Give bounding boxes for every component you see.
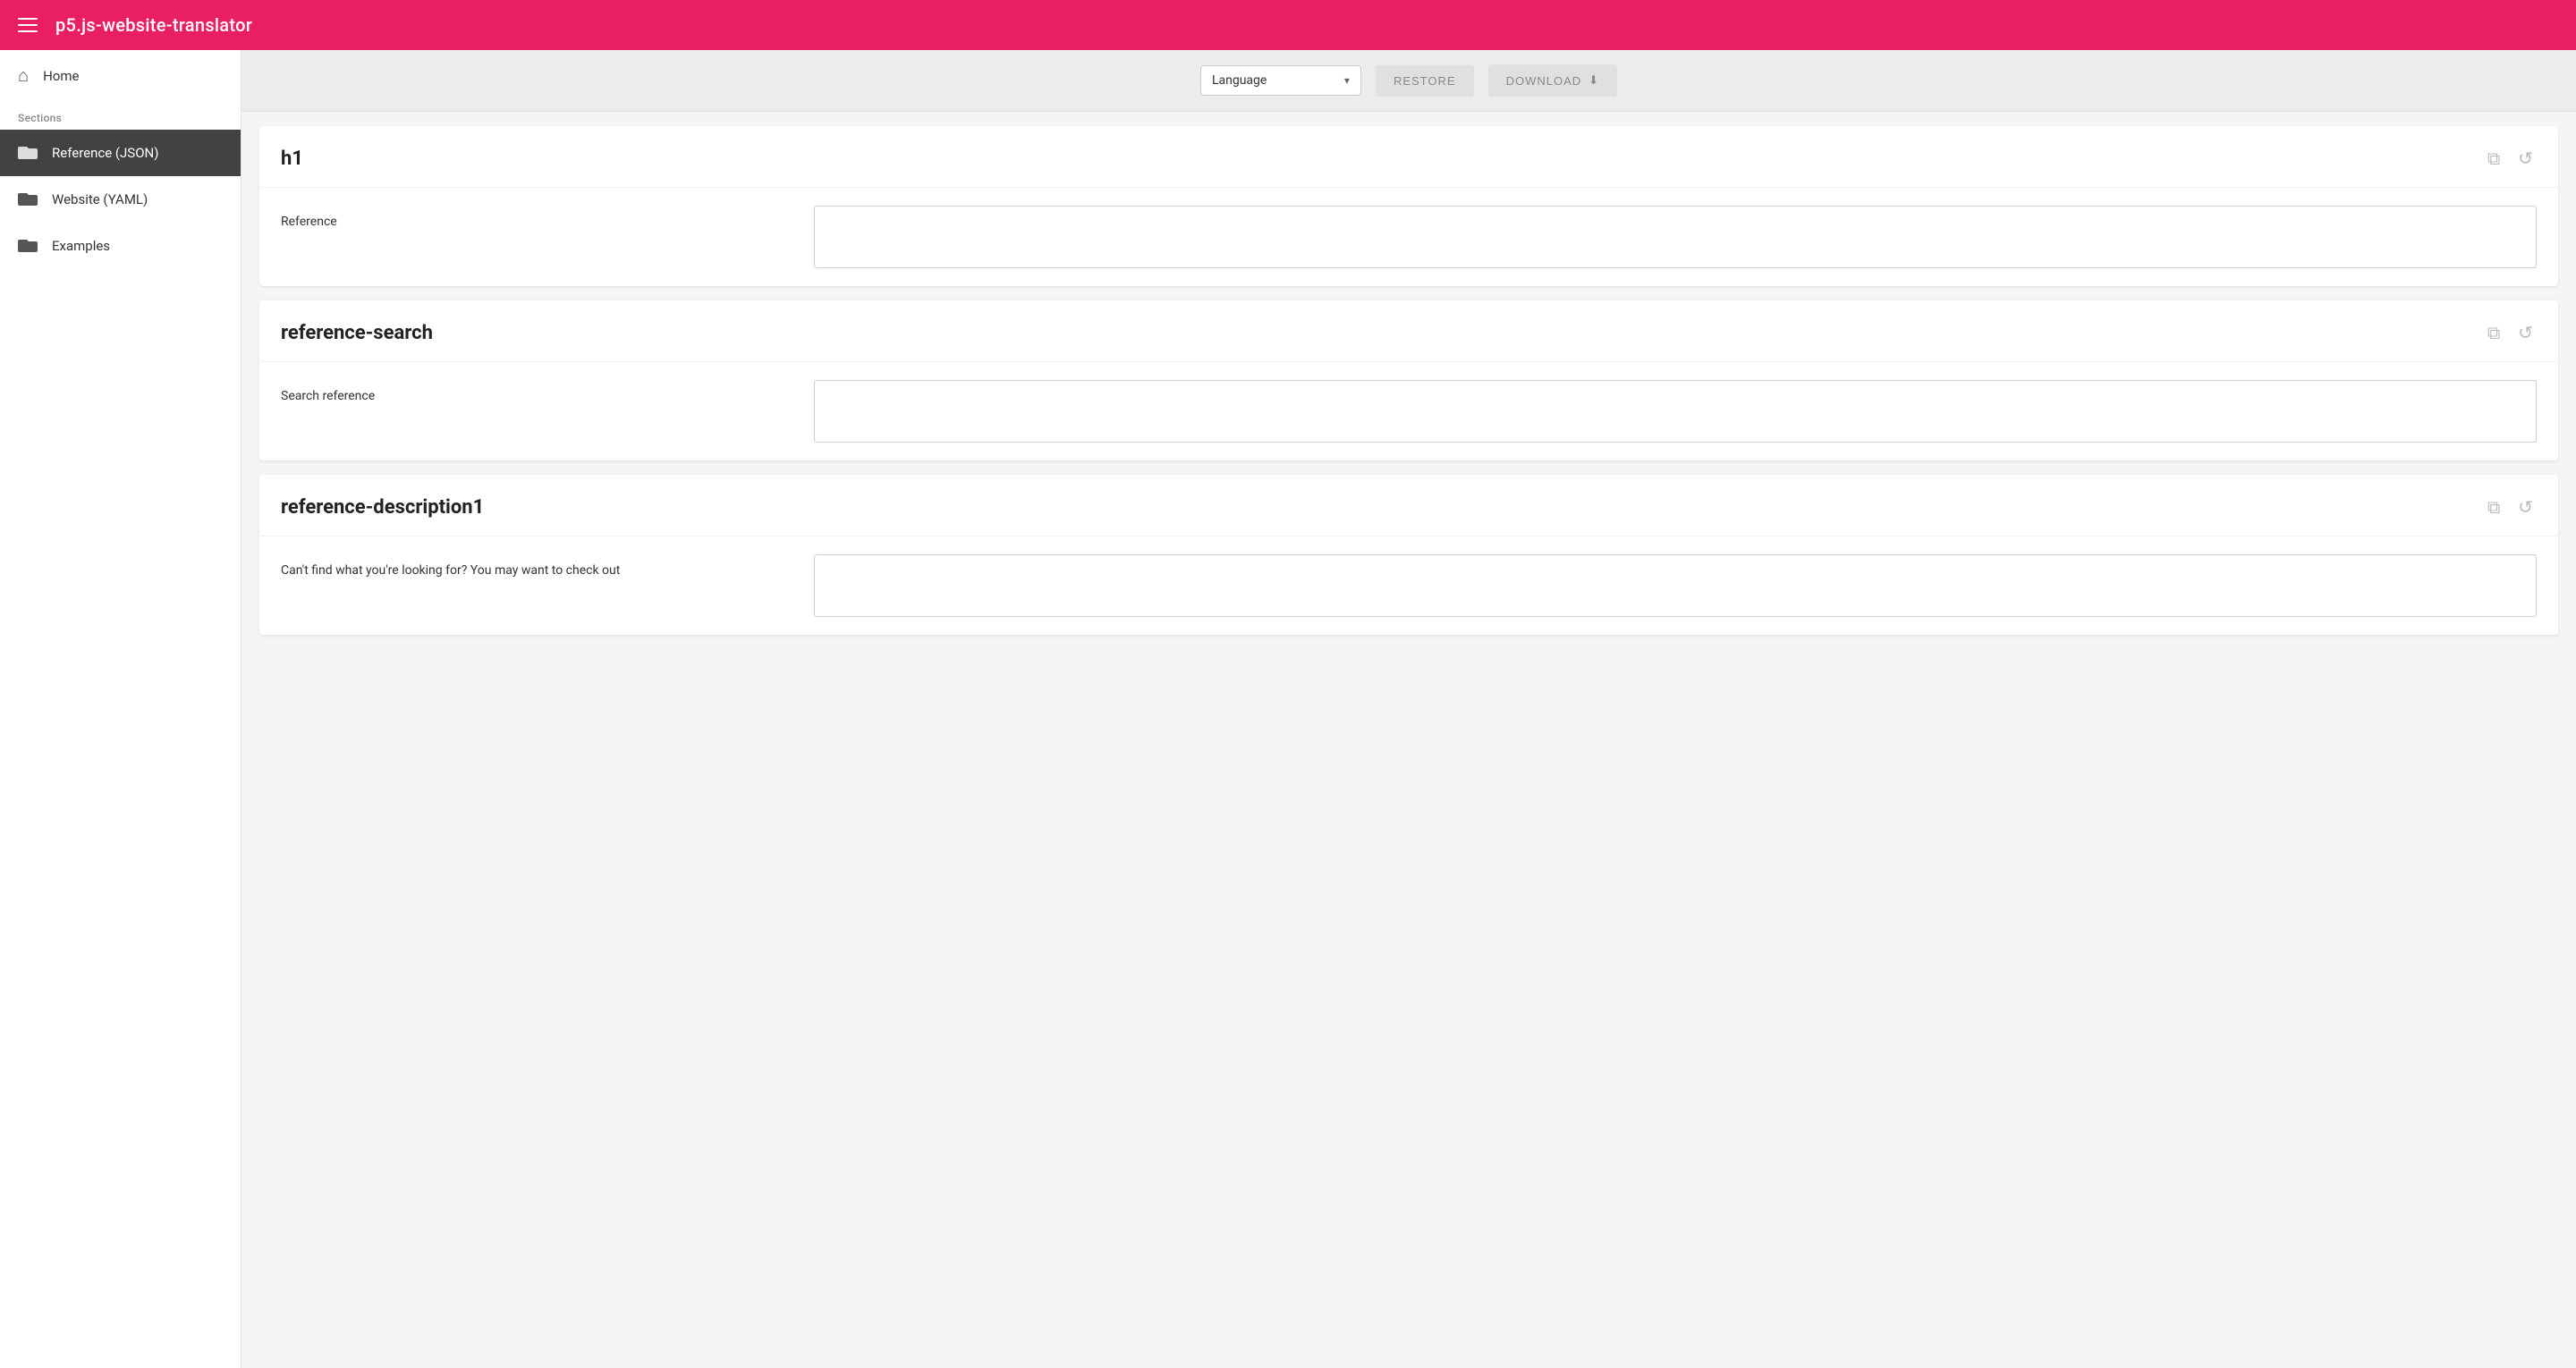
section-row-reference-search: Search reference <box>259 362 2558 460</box>
sidebar-home-item[interactable]: ⌂ Home <box>0 50 241 101</box>
reset-icon-reference-search[interactable]: ↺ <box>2514 318 2537 347</box>
sidebar-item-label-reference-json: Reference (JSON) <box>52 145 158 161</box>
split-view-icon-reference-search[interactable]: ⧉ <box>2484 318 2504 347</box>
section-row-reference-description1: Can't find what you're looking for? You … <box>259 536 2558 635</box>
toolbar: Language ▾ RESTORE DOWNLOAD ⬇ <box>242 50 2576 112</box>
section-card-reference-search: reference-search ⧉ ↺ Search reference <box>259 300 2558 460</box>
section-header-h1: h1 ⧉ ↺ <box>259 126 2558 188</box>
folder-icon-reference <box>18 142 38 164</box>
section-input-h1-reference[interactable] <box>814 206 2537 268</box>
chevron-down-icon: ▾ <box>1344 74 1350 87</box>
reset-icon-h1[interactable]: ↺ <box>2514 144 2537 173</box>
section-label-h1-reference: Reference <box>281 206 800 229</box>
download-button[interactable]: DOWNLOAD ⬇ <box>1488 64 1617 97</box>
section-actions-h1: ⧉ ↺ <box>2484 144 2537 173</box>
folder-icon-website <box>18 189 38 210</box>
main-content: Language ▾ RESTORE DOWNLOAD ⬇ h1 ⧉ ↺ <box>242 50 2576 1368</box>
body-layout: ⌂ Home Sections Reference (JSON) Website… <box>0 50 2576 1368</box>
download-label: DOWNLOAD <box>1506 74 1582 88</box>
app-title: p5.js-website-translator <box>55 14 252 36</box>
restore-button[interactable]: RESTORE <box>1376 65 1474 97</box>
sidebar-home-label: Home <box>43 68 79 84</box>
section-title-reference-description1: reference-description1 <box>281 496 484 519</box>
folder-icon-examples <box>18 235 38 257</box>
top-bar: p5.js-website-translator <box>0 0 2576 50</box>
section-card-reference-description1: reference-description1 ⧉ ↺ Can't find wh… <box>259 475 2558 635</box>
split-view-icon-reference-description1[interactable]: ⧉ <box>2484 493 2504 521</box>
sidebar: ⌂ Home Sections Reference (JSON) Website… <box>0 50 242 1368</box>
sidebar-item-label-website-yaml: Website (YAML) <box>52 191 148 207</box>
reset-icon-reference-description1[interactable]: ↺ <box>2514 493 2537 521</box>
section-header-reference-search: reference-search ⧉ ↺ <box>259 300 2558 362</box>
section-input-reference-description1[interactable] <box>814 554 2537 617</box>
sections-container: h1 ⧉ ↺ Reference reference-search ⧉ <box>242 126 2576 635</box>
language-select[interactable]: Language ▾ <box>1200 65 1361 96</box>
section-input-reference-search[interactable] <box>814 380 2537 443</box>
section-card-h1: h1 ⧉ ↺ Reference <box>259 126 2558 286</box>
sidebar-item-examples[interactable]: Examples <box>0 223 241 269</box>
section-actions-reference-search: ⧉ ↺ <box>2484 318 2537 347</box>
home-icon: ⌂ <box>18 64 29 87</box>
sections-label: Sections <box>0 101 241 130</box>
sidebar-item-website-yaml[interactable]: Website (YAML) <box>0 176 241 223</box>
section-header-reference-description1: reference-description1 ⧉ ↺ <box>259 475 2558 536</box>
split-view-icon-h1[interactable]: ⧉ <box>2484 144 2504 173</box>
sidebar-item-label-examples: Examples <box>52 238 110 254</box>
language-select-label: Language <box>1212 73 1267 88</box>
section-actions-reference-description1: ⧉ ↺ <box>2484 493 2537 521</box>
download-icon: ⬇ <box>1589 73 1599 88</box>
section-row-h1-reference: Reference <box>259 188 2558 286</box>
section-label-reference-description1: Can't find what you're looking for? You … <box>281 554 800 578</box>
hamburger-button[interactable] <box>14 14 41 36</box>
section-label-reference-search: Search reference <box>281 380 800 403</box>
section-title-reference-search: reference-search <box>281 322 433 344</box>
section-title-h1: h1 <box>281 148 303 170</box>
sidebar-item-reference-json[interactable]: Reference (JSON) <box>0 130 241 176</box>
